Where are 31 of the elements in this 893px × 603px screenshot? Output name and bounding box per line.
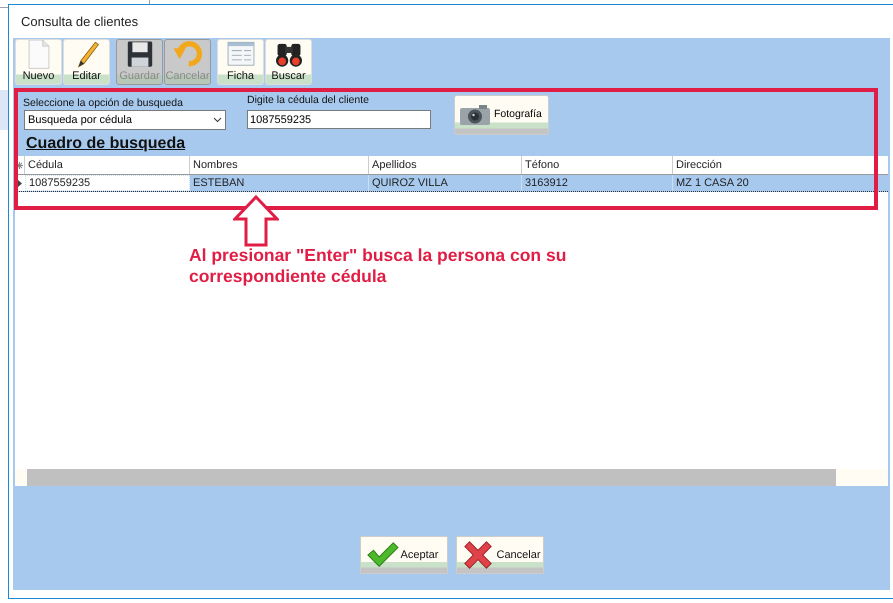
column-header[interactable]: Téfono [522, 156, 673, 174]
id-input-field[interactable]: 1087559235 [247, 110, 431, 129]
field-label: Seleccione la opción de busqueda [23, 96, 183, 111]
up-arrow-drawing [233, 195, 279, 247]
annotation-text: Al presionar "Enter" busca la persona con su correspondiente cédula [189, 245, 568, 287]
toolbar-button[interactable]: Nuevo [15, 39, 62, 85]
toolbar-button[interactable]: Ficha [217, 39, 264, 85]
photo-button[interactable]: Fotografía [454, 95, 549, 135]
section-heading: Cuadro de busqueda [26, 135, 186, 153]
column-header[interactable]: Apellidos [369, 156, 522, 174]
new-row-icon [15, 156, 25, 174]
column-header[interactable]: Cédula [25, 156, 190, 174]
search-option-dropdown[interactable]: Busqueda por cédula [24, 110, 226, 130]
camera-icon [459, 104, 491, 126]
current-row-icon [18, 180, 22, 186]
table-cell: MZ 1 CASA 20 [673, 175, 878, 191]
column-header[interactable]: Nombres [190, 156, 369, 174]
column-header[interactable]: Dirección [673, 156, 878, 174]
dialog-button[interactable]: Cancelar [456, 536, 544, 574]
chevron-icon [213, 117, 222, 123]
table-cell: 3163912 [522, 175, 673, 191]
dialog-button[interactable]: Aceptar [360, 536, 448, 574]
curved-arrow-icon [172, 40, 204, 69]
toolbar-button[interactable]: Editar [63, 39, 110, 85]
field-label: Digite la cédula del cliente [247, 93, 369, 108]
table-cell: 1087559235 [25, 175, 190, 191]
table-cell: QUIROZ VILLA [369, 175, 522, 191]
window-title: Consulta de clientes [21, 12, 138, 31]
toolbar-button[interactable]: Buscar [265, 39, 312, 85]
table-cell: ESTEBAN [190, 175, 369, 191]
table-row[interactable]: 1087559235 ESTEBAN QUIROZ VILLA 3163912 MZ 1 CASA 20 [15, 175, 888, 192]
